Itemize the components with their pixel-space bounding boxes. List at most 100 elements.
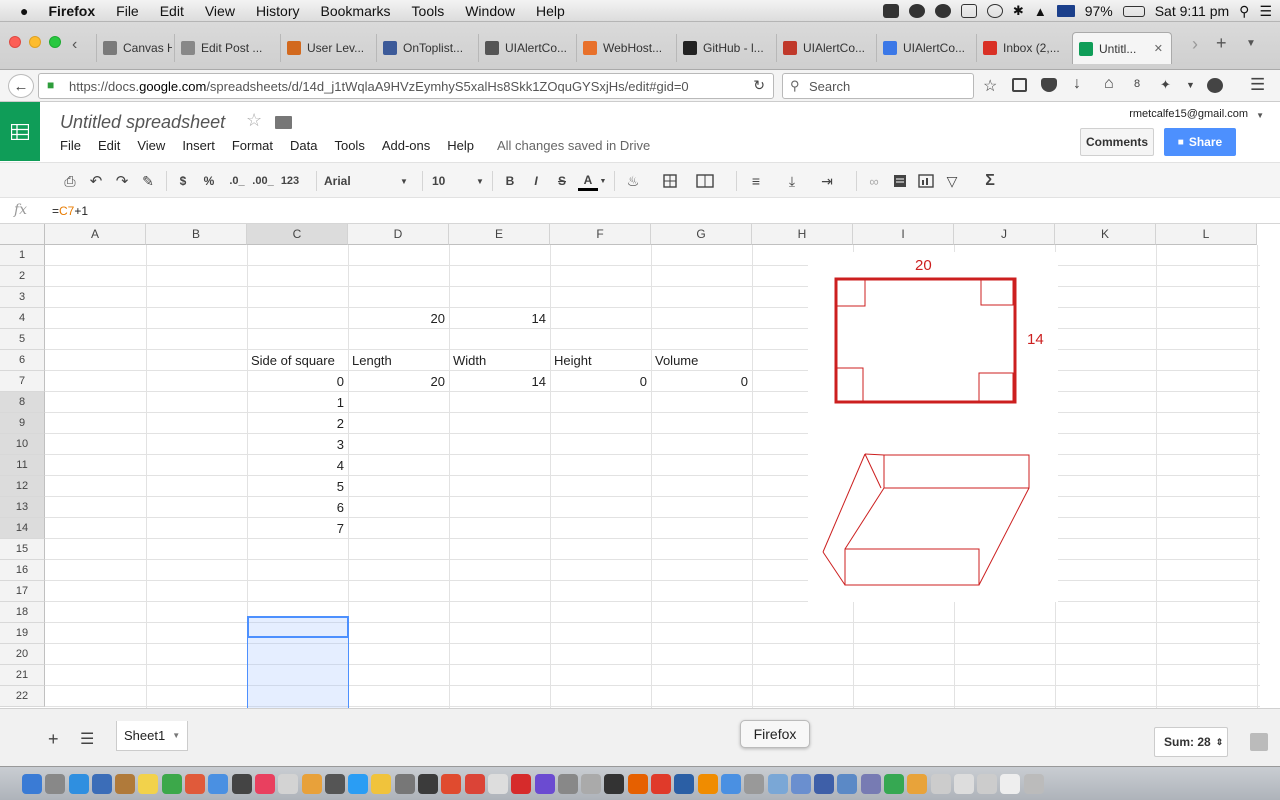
row-header[interactable]: 4: [0, 308, 45, 329]
row-header[interactable]: 7: [0, 371, 45, 392]
cell-g7[interactable]: 0: [651, 371, 752, 392]
sheets-logo-icon[interactable]: [0, 102, 40, 161]
doc-menu-help[interactable]: Help: [447, 138, 474, 153]
account-dropdown-icon[interactable]: ▼: [1256, 111, 1264, 120]
battery-icon[interactable]: [1122, 5, 1145, 17]
dock-app-icon[interactable]: [860, 773, 881, 794]
wifi-icon[interactable]: ▲: [1034, 4, 1047, 19]
dock-app-icon[interactable]: [604, 773, 625, 794]
undo-icon[interactable]: ↶: [86, 171, 106, 191]
row-header[interactable]: 2: [0, 266, 45, 287]
column-header[interactable]: E: [449, 224, 550, 245]
column-header[interactable]: C: [247, 224, 348, 245]
browser-tab[interactable]: UIAlertCo...: [478, 34, 574, 62]
menu-bookmarks[interactable]: Bookmarks: [321, 3, 391, 19]
row-header[interactable]: 12: [0, 476, 45, 497]
text-color-button[interactable]: A: [578, 171, 598, 191]
sheet-tab-dropdown-icon[interactable]: ▼: [172, 731, 180, 740]
tabs-scroll-right-icon[interactable]: ›: [1192, 34, 1198, 55]
row-header[interactable]: 8: [0, 392, 45, 413]
back-button[interactable]: ←: [8, 74, 34, 98]
dock-app-icon[interactable]: [371, 773, 392, 794]
dock-app-icon[interactable]: [22, 773, 42, 794]
status-g-icon[interactable]: [934, 4, 951, 18]
browser-tab[interactable]: Inbox (2,...: [976, 34, 1070, 62]
increase-decimal-button[interactable]: .00_: [252, 171, 274, 191]
text-color-dropdown-icon[interactable]: ▼: [598, 171, 608, 191]
cell-e4[interactable]: 14: [449, 308, 550, 329]
dock-app-icon[interactable]: [814, 773, 835, 794]
share-button[interactable]: ■ Share: [1164, 128, 1236, 156]
airplay-icon[interactable]: [960, 4, 977, 18]
reading-list-icon[interactable]: [1012, 78, 1027, 92]
box-drawing[interactable]: 20 14: [808, 252, 1058, 602]
row-header[interactable]: 20: [0, 644, 45, 665]
dock-app-icon[interactable]: [91, 773, 112, 794]
borders-icon[interactable]: [660, 171, 680, 191]
dock-app-icon[interactable]: [1023, 773, 1044, 794]
active-cell[interactable]: [247, 616, 349, 638]
star-icon[interactable]: ☆: [246, 110, 262, 131]
new-tab-icon[interactable]: +: [1216, 33, 1227, 54]
minimize-window-button[interactable]: [29, 36, 41, 48]
apple-menu-icon[interactable]: ●: [20, 3, 28, 19]
cell-e6[interactable]: Width: [449, 350, 550, 371]
menu-window[interactable]: Window: [465, 3, 515, 19]
dock-app-icon[interactable]: [418, 773, 439, 794]
column-header[interactable]: L: [1156, 224, 1257, 245]
url-bar[interactable]: ■ https://docs. google.com/spreadsheets/d…: [38, 73, 774, 99]
folder-icon[interactable]: [275, 116, 292, 129]
extension-badge[interactable]: 8: [1134, 78, 1140, 90]
menu-history[interactable]: History: [256, 3, 300, 19]
status-app-icon[interactable]: [882, 4, 899, 18]
bluetooth-icon[interactable]: ✱: [1013, 3, 1024, 19]
menu-file[interactable]: File: [116, 3, 139, 19]
browser-tab[interactable]: Untitl... ✕: [1072, 32, 1172, 64]
cell-c11[interactable]: 4: [247, 455, 348, 476]
strikethrough-button[interactable]: S: [552, 171, 572, 191]
cell-c7[interactable]: 0: [247, 371, 348, 392]
row-header[interactable]: 16: [0, 560, 45, 581]
row-header[interactable]: 18: [0, 602, 45, 623]
dock-app-icon[interactable]: [790, 773, 811, 794]
download-icon[interactable]: ↓: [1073, 75, 1081, 93]
browser-tab[interactable]: WebHost...: [576, 34, 674, 62]
comments-button[interactable]: Comments: [1080, 128, 1154, 156]
pocket-icon[interactable]: [1041, 78, 1057, 92]
add-sheet-icon[interactable]: +: [48, 729, 59, 750]
font-dropdown[interactable]: Arial: [324, 171, 404, 191]
bookmark-star-icon[interactable]: ☆: [983, 76, 997, 96]
column-header[interactable]: K: [1055, 224, 1156, 245]
dock-app-icon[interactable]: [581, 773, 602, 794]
doc-menu-addons[interactable]: Add-ons: [382, 138, 430, 153]
extension-icon[interactable]: ✦: [1160, 77, 1171, 93]
fill-color-icon[interactable]: ♨: [622, 171, 644, 191]
dock-app-icon[interactable]: [720, 773, 741, 794]
redo-icon[interactable]: ↷: [112, 171, 132, 191]
dock-app-icon[interactable]: [185, 773, 206, 794]
align-horizontal-icon[interactable]: ≡: [746, 171, 766, 191]
filter-icon[interactable]: ▽: [942, 171, 962, 191]
cell-c10[interactable]: 3: [247, 434, 348, 455]
doc-menu-view[interactable]: View: [137, 138, 165, 153]
browser-tab[interactable]: Canvas H...: [96, 34, 172, 62]
dock-app-icon[interactable]: [767, 773, 788, 794]
user-email[interactable]: rmetcalfe15@gmail.com: [1129, 108, 1248, 120]
home-icon[interactable]: ⌂: [1104, 75, 1114, 93]
column-header[interactable]: J: [954, 224, 1055, 245]
row-header[interactable]: 3: [0, 287, 45, 308]
dock-app-icon[interactable]: [674, 773, 695, 794]
cell-c13[interactable]: 6: [247, 497, 348, 518]
browser-tab[interactable]: GitHub - l...: [676, 34, 774, 62]
currency-button[interactable]: $: [174, 171, 192, 191]
dock-app-icon[interactable]: [977, 773, 998, 794]
dock-app-icon[interactable]: [464, 773, 485, 794]
text-wrap-icon[interactable]: ⇥: [816, 171, 838, 191]
cell-c9[interactable]: 2: [247, 413, 348, 434]
cell-c14[interactable]: 7: [247, 518, 348, 539]
row-header[interactable]: 21: [0, 665, 45, 686]
column-header[interactable]: F: [550, 224, 651, 245]
cell-g6[interactable]: Volume: [651, 350, 752, 371]
column-header[interactable]: B: [146, 224, 247, 245]
font-size-dropdown[interactable]: 10: [432, 171, 472, 191]
